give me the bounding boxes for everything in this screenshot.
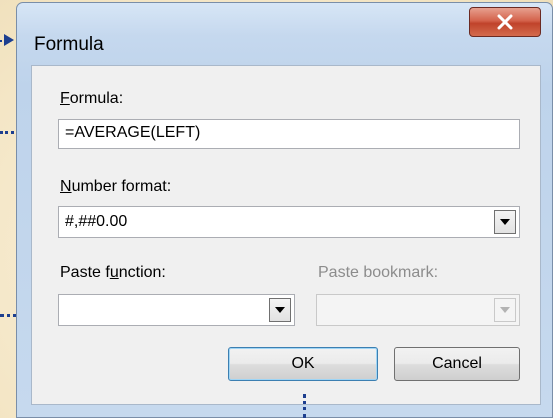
formula-dialog: Formula Formula: =AVERAGE(LEFT) Number f… bbox=[16, 2, 553, 418]
number-format-value: #,##0.00 bbox=[65, 213, 128, 230]
dialog-title: Formula bbox=[34, 34, 104, 55]
cancel-button[interactable]: Cancel bbox=[394, 347, 520, 381]
callout-line-title bbox=[0, 40, 2, 44]
paste-bookmark-combo bbox=[316, 294, 520, 326]
formula-label-accel: F bbox=[60, 90, 70, 107]
paste-bookmark-label: Paste bookmark: bbox=[318, 264, 439, 281]
paste-function-dropdown-button[interactable] bbox=[269, 298, 291, 322]
paste-function-combo[interactable] bbox=[58, 294, 295, 326]
paste-bookmark-dropdown-button bbox=[494, 298, 516, 322]
paste-function-label-post: nction: bbox=[118, 264, 166, 281]
dialog-client-area: Formula: =AVERAGE(LEFT) Number format: #… bbox=[31, 65, 541, 405]
callout-line-ok bbox=[303, 394, 306, 418]
number-format-label: Number format: bbox=[60, 178, 171, 196]
number-format-label-accel: N bbox=[60, 178, 72, 195]
paste-function-label: Paste function: bbox=[60, 264, 166, 282]
number-format-label-rest: umber format: bbox=[71, 178, 172, 195]
formula-label-rest: ormula: bbox=[69, 90, 124, 107]
formula-label: Formula: bbox=[60, 90, 123, 108]
number-format-dropdown-button[interactable] bbox=[494, 210, 516, 234]
number-format-combo[interactable]: #,##0.00 bbox=[58, 206, 520, 238]
close-icon bbox=[497, 14, 513, 30]
chevron-down-icon bbox=[500, 307, 510, 313]
chevron-down-icon bbox=[500, 219, 510, 225]
formula-input[interactable]: =AVERAGE(LEFT) bbox=[58, 119, 520, 149]
callout-arrow-title bbox=[4, 34, 14, 46]
paste-function-label-pre: Paste f bbox=[60, 264, 110, 281]
close-button[interactable] bbox=[469, 7, 541, 37]
chevron-down-icon bbox=[275, 307, 285, 313]
paste-function-label-accel: u bbox=[109, 264, 119, 281]
ok-button[interactable]: OK bbox=[228, 347, 378, 381]
